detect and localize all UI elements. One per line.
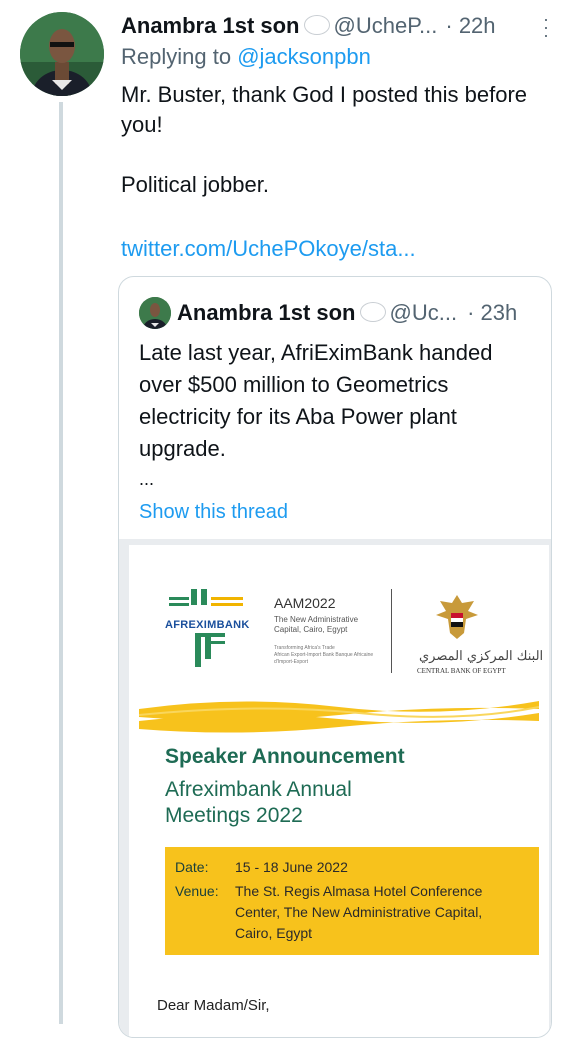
central-bank-arabic-name: البنك المركزي المصري bbox=[419, 649, 544, 664]
thought-bubble-icon bbox=[303, 15, 330, 35]
tweet-text: Mr. Buster, thank God I posted this befo… bbox=[121, 82, 528, 197]
avatar[interactable] bbox=[20, 12, 104, 96]
replying-to-line: Replying to @jacksonpbn bbox=[121, 44, 371, 70]
reply-header: Anambra 1st son @UcheP... · 22h · · · bbox=[121, 9, 551, 44]
venue-value: The St. Regis Almasa Hotel Conference Ce… bbox=[235, 883, 483, 941]
thought-bubble-icon bbox=[359, 302, 386, 322]
aam-subtitle: The New Administrative Capital, Cairo, E… bbox=[274, 615, 359, 634]
quoted-media-image[interactable]: AFREXIMBANK AAM2022 The New Administrati… bbox=[119, 539, 551, 1037]
egypt-eagle-emblem-icon bbox=[436, 595, 478, 639]
show-thread-link[interactable]: Show this thread bbox=[139, 501, 288, 524]
announcement-document: AFREXIMBANK AAM2022 The New Administrati… bbox=[129, 545, 549, 1037]
tweet-link[interactable]: twitter.com/UchePOkoye/sta... bbox=[121, 236, 416, 262]
aam-title: AAM2022 bbox=[274, 595, 336, 611]
event-info-box: Date: 15 - 18 June 2022 Venue: The St. R… bbox=[165, 847, 539, 955]
quoted-display-name: Anambra 1st son bbox=[177, 300, 356, 325]
meeting-title-line2: Meetings 2022 bbox=[165, 804, 303, 827]
afreximbank-logo-text: AFREXIMBANK bbox=[165, 619, 250, 631]
user-handle[interactable]: @UcheP... bbox=[334, 13, 438, 39]
display-name[interactable]: Anambra 1st son bbox=[121, 13, 300, 39]
letter-salutation: Dear Madam/Sir, bbox=[157, 997, 270, 1014]
quoted-avatar bbox=[139, 297, 171, 329]
central-bank-english-name: CENTRAL BANK OF EGYPT bbox=[417, 667, 506, 675]
speaker-announcement-heading: Speaker Announcement bbox=[165, 745, 405, 768]
quoted-tweet-text: Late last year, AfriEximBank handed over… bbox=[139, 340, 493, 461]
more-options-icon[interactable]: · · · bbox=[543, 10, 549, 44]
meeting-title-line1: Afreximbank Annual bbox=[165, 778, 352, 801]
quoted-user-handle: @Uc... bbox=[389, 300, 458, 325]
quoted-tweet-card[interactable]: Anambra 1st son @Uc... · 23h Late last y… bbox=[118, 276, 552, 1038]
quoted-tweet-header: Anambra 1st son @Uc... · 23h bbox=[139, 297, 539, 329]
aam-small-text: Transforming Africa's Trade African Expo… bbox=[274, 645, 384, 666]
date-value: 15 - 18 June 2022 bbox=[235, 859, 348, 875]
quoted-timestamp: · 23h bbox=[467, 300, 518, 325]
quoted-ellipsis: ... bbox=[139, 469, 155, 489]
quoted-avatar-image bbox=[139, 297, 171, 329]
timestamp[interactable]: · 22h bbox=[445, 13, 495, 39]
logo-divider bbox=[391, 589, 392, 673]
venue-label: Venue: bbox=[175, 883, 219, 899]
decorative-wave-banner bbox=[139, 701, 539, 733]
aam-tagline: Transforming Africa's Trade bbox=[274, 645, 335, 651]
avatar-image bbox=[20, 12, 104, 96]
date-label: Date: bbox=[175, 859, 209, 875]
replying-to-link[interactable]: @jacksonpbn bbox=[237, 44, 371, 69]
thread-connector-line bbox=[59, 102, 63, 1024]
aam-bank-names: African Export-Import Bank Banque Africa… bbox=[274, 652, 374, 665]
replying-prefix: Replying to bbox=[121, 44, 238, 69]
